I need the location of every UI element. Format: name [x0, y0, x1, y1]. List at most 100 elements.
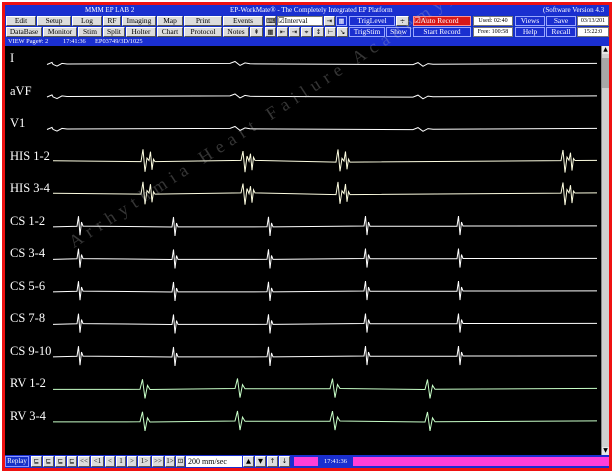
- channel-trace: [52, 181, 598, 206]
- title-bar: MMM EP LAB 2 EP-WorkMate® - The Complete…: [5, 5, 609, 15]
- layout-a-icon[interactable]: ⊑: [31, 456, 42, 467]
- disk-used-readout: Used: 02:40: [473, 16, 513, 26]
- edit-button[interactable]: Edit: [6, 16, 36, 26]
- replay-button[interactable]: Replay: [5, 456, 29, 467]
- arrow-down-icon[interactable]: ↓: [279, 456, 290, 467]
- layout-b-icon[interactable]: ⊑: [43, 456, 54, 467]
- trigstim-button[interactable]: TrigStim: [349, 27, 385, 37]
- channel-label[interactable]: I: [10, 51, 14, 66]
- holter-button[interactable]: Holter: [126, 27, 156, 37]
- main-toolbar: Edit Setup Log RF Imaging Map Print Even…: [5, 15, 609, 38]
- adjust-updown-icon[interactable]: ÷: [396, 16, 409, 26]
- sweep-speed[interactable]: 200 mm/sec: [186, 456, 242, 467]
- channel-trace: [52, 248, 598, 269]
- measure-icon[interactable]: ⊢: [325, 27, 336, 37]
- replay-bar: Replay ⊑ ⊑ ⊑ ⊑ << <1 < 1 > 1> >> 1> ⊡ 20…: [5, 455, 609, 468]
- keyboard-icon[interactable]: ⌨: [265, 16, 276, 26]
- channel-trace: [46, 93, 598, 100]
- channel-label[interactable]: CS 7-8: [10, 311, 45, 326]
- caliper-left-icon[interactable]: ⇤: [277, 27, 288, 37]
- interval-label: Interval: [284, 16, 308, 25]
- protocol-button[interactable]: Protocol: [184, 27, 222, 37]
- auto-record-label: Auto Record: [420, 16, 459, 25]
- rf-button[interactable]: RF: [103, 16, 121, 26]
- log-button[interactable]: Log: [72, 16, 102, 26]
- events-button[interactable]: Events: [223, 16, 263, 26]
- last-page-button[interactable]: >>: [152, 456, 164, 467]
- review-info-strip: VIEW Page#: 2 17:41:36 EP03749/3D/1025: [5, 38, 609, 46]
- expand-icon[interactable]: ↕: [313, 27, 324, 37]
- database-button[interactable]: DataBase: [6, 27, 42, 37]
- channel-label[interactable]: RV 3-4: [10, 409, 46, 424]
- setup-button[interactable]: Setup: [37, 16, 71, 26]
- checkbox-icon: ☑: [278, 16, 285, 25]
- channel-label[interactable]: HIS 3-4: [10, 181, 50, 196]
- grid-small-icon[interactable]: ▦: [265, 27, 276, 37]
- chart-button[interactable]: Chart: [157, 27, 183, 37]
- channel-trace: [52, 281, 598, 302]
- caliper-right-icon[interactable]: ⇥: [289, 27, 300, 37]
- prev-page-button[interactable]: <1: [91, 456, 104, 467]
- show-button[interactable]: Show: [386, 27, 411, 37]
- channel-label[interactable]: aVF: [10, 84, 32, 99]
- channel-trace: [52, 313, 598, 334]
- step-back-button[interactable]: <: [105, 456, 115, 467]
- record-id: EP03749/3D/1025: [95, 38, 143, 45]
- grid-icon[interactable]: ▦: [336, 16, 347, 26]
- auto-record-toggle[interactable]: ☑Auto Record: [413, 16, 471, 26]
- notes-button[interactable]: Notes: [223, 27, 249, 37]
- channel-label[interactable]: CS 5-6: [10, 279, 45, 294]
- timeline-time: 17:41:36: [318, 457, 353, 466]
- channel-trace: [52, 216, 598, 237]
- marker-icon[interactable]: ⌖: [301, 27, 312, 37]
- triglevel-button[interactable]: TrigLevel: [349, 16, 395, 26]
- diagonal-arrow-icon[interactable]: ↘: [337, 27, 348, 37]
- stim-button[interactable]: Stim: [78, 27, 102, 37]
- date-readout: 03/13/201: [577, 16, 609, 26]
- step-forward-button[interactable]: >: [127, 456, 137, 467]
- vertical-scrollbar[interactable]: ▲ ▼: [601, 46, 609, 455]
- app-title: EP-WorkMate® - The Completely Integrated…: [230, 6, 393, 14]
- channel-label[interactable]: CS 9-10: [10, 344, 51, 359]
- print-button[interactable]: Print: [184, 16, 222, 26]
- trace-area[interactable]: IaVF V1 HIS 1-2 HIS 3-4 CS 1-2 CS 3-4 CS 5-6 CS…: [5, 46, 601, 455]
- channel-label[interactable]: CS 3-4: [10, 246, 45, 261]
- imaging-button[interactable]: Imaging: [122, 16, 156, 26]
- split-button[interactable]: Split: [103, 27, 125, 37]
- review-page: VIEW Page#: 2: [8, 38, 49, 45]
- pin-icon[interactable]: ⇞: [250, 27, 263, 37]
- layout-c-icon[interactable]: ⊑: [55, 456, 66, 467]
- clock-readout: 15:22:0: [577, 27, 609, 37]
- lock-icon[interactable]: ⊡: [176, 456, 185, 467]
- start-record-button[interactable]: Start Record: [413, 27, 471, 37]
- lab-title: MMM EP LAB 2: [85, 6, 135, 14]
- channel-label[interactable]: HIS 1-2: [10, 149, 50, 164]
- channel-label[interactable]: V1: [10, 116, 25, 131]
- channel-label[interactable]: CS 1-2: [10, 214, 45, 229]
- gain-down-icon[interactable]: ▼: [255, 456, 266, 467]
- channel-trace: [52, 346, 598, 367]
- arrow-up-icon[interactable]: ↑: [267, 456, 278, 467]
- channel-label[interactable]: RV 1-2: [10, 376, 46, 391]
- gain-up-icon[interactable]: ▲: [243, 456, 254, 467]
- channel-trace: [52, 149, 598, 173]
- scroll-down-icon[interactable]: ▼: [602, 447, 609, 455]
- next-page-button[interactable]: 1>: [138, 456, 151, 467]
- help-button[interactable]: Help: [515, 27, 545, 37]
- channel-trace: [46, 60, 598, 67]
- interval-toggle[interactable]: ☑Interval: [277, 16, 323, 26]
- first-page-button[interactable]: <<: [78, 456, 90, 467]
- scroll-up-icon[interactable]: ▲: [602, 46, 609, 54]
- recall-button[interactable]: Recall: [546, 27, 576, 37]
- checkbox-icon: ☑: [414, 16, 421, 25]
- views-button[interactable]: Views: [515, 16, 545, 26]
- channel-trace: [46, 125, 598, 132]
- layout-d-icon[interactable]: ⊑: [67, 456, 77, 467]
- monitor-button[interactable]: Monitor: [43, 27, 77, 37]
- end-button[interactable]: 1>: [165, 456, 175, 467]
- scrollbar-thumb[interactable]: [602, 58, 609, 88]
- save-button[interactable]: Save: [546, 16, 576, 26]
- map-button[interactable]: Map: [157, 16, 183, 26]
- arrow-right-bar-icon[interactable]: ⇥: [324, 16, 335, 26]
- page-number[interactable]: 1: [116, 456, 126, 467]
